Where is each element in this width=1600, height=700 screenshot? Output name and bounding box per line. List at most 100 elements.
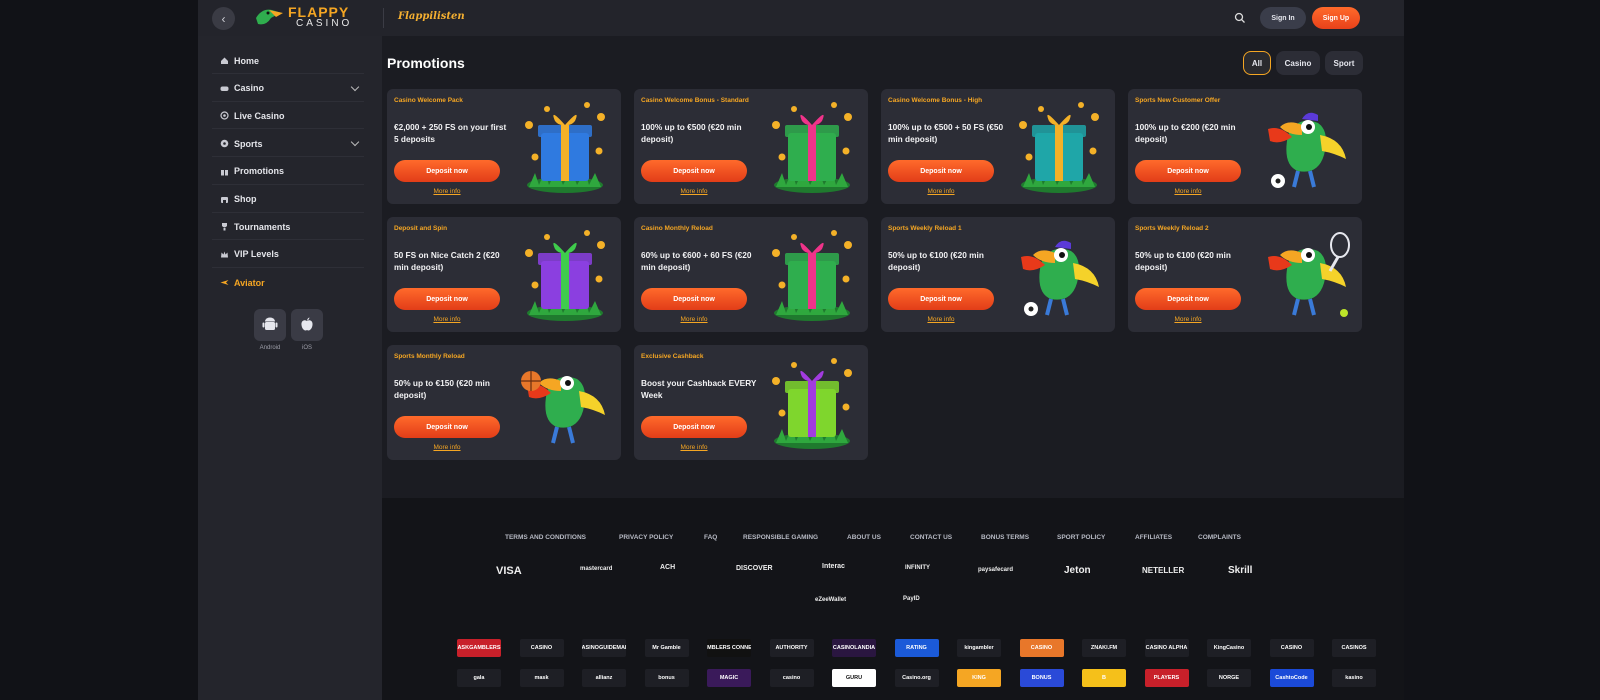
- chevron-down-icon[interactable]: [350, 82, 360, 91]
- promo-card[interactable]: Sports Weekly Reload 1 50% up to €100 (€2…: [881, 217, 1115, 332]
- filter-all-button[interactable]: All: [1243, 51, 1271, 75]
- footer-link-complaints[interactable]: COMPLAINTS: [1198, 534, 1241, 541]
- back-button[interactable]: ‹: [212, 7, 235, 30]
- promo-title: Sports Monthly Reload: [394, 353, 465, 360]
- promo-card[interactable]: Casino Welcome Bonus - Standard 100% up t…: [634, 89, 868, 204]
- payment-logo: VISA: [496, 565, 522, 577]
- deposit-now-button[interactable]: Deposit now: [1135, 160, 1241, 182]
- partner-badge[interactable]: CASINO ALPHA: [1144, 639, 1189, 657]
- more-info-link[interactable]: More info: [641, 316, 747, 323]
- search-icon[interactable]: [1234, 12, 1246, 24]
- sidebar-item-home[interactable]: Home: [212, 48, 364, 74]
- chevron-down-icon[interactable]: [350, 137, 360, 147]
- payment-logo: PayID: [903, 596, 920, 602]
- divider: [383, 8, 384, 28]
- partner-badge[interactable]: GURU: [832, 669, 876, 687]
- partner-badge[interactable]: CASINOLANDIA: [832, 639, 876, 657]
- more-info-link[interactable]: More info: [888, 188, 994, 195]
- ios-app-button[interactable]: [291, 309, 323, 341]
- sidebar-item-aviator[interactable]: Aviator: [212, 270, 364, 296]
- partner-badge[interactable]: kasino: [1332, 669, 1376, 687]
- promo-card[interactable]: Sports Weekly Reload 2 50% up to €100 (€2…: [1128, 217, 1362, 332]
- more-info-link[interactable]: More info: [641, 188, 747, 195]
- partner-badge[interactable]: AUTHORITY: [769, 639, 814, 657]
- footer-link-about-us[interactable]: ABOUT US: [847, 534, 881, 541]
- sidebar-item-vip-levels[interactable]: VIP Levels: [212, 242, 364, 268]
- partner-badge[interactable]: MAGIC: [707, 669, 751, 687]
- sign-in-button[interactable]: Sign In: [1260, 7, 1306, 29]
- partner-badge[interactable]: gala: [457, 669, 501, 687]
- page-title: Promotions: [387, 55, 465, 71]
- partner-badge[interactable]: CASINOGUIDEMAIN: [582, 639, 626, 657]
- more-info-link[interactable]: More info: [1135, 188, 1241, 195]
- partner-badge[interactable]: KingCasino: [1207, 639, 1251, 657]
- sidebar-item-promotions[interactable]: Promotions: [212, 159, 364, 185]
- footer-link-sport-policy[interactable]: SPORT POLICY: [1057, 534, 1105, 541]
- partner-badge[interactable]: ZNAKI.FM: [1082, 639, 1126, 657]
- footer-link-terms-and-conditions[interactable]: TERMS AND CONDITIONS: [505, 534, 586, 541]
- partner-badge[interactable]: B: [1082, 669, 1126, 687]
- footer-link-contact-us[interactable]: CONTACT US: [910, 534, 952, 541]
- deposit-now-button[interactable]: Deposit now: [641, 288, 747, 310]
- deposit-now-button[interactable]: Deposit now: [394, 416, 500, 438]
- android-app-button[interactable]: [254, 309, 286, 341]
- deposit-now-button[interactable]: Deposit now: [641, 160, 747, 182]
- partner-badge[interactable]: mask: [519, 669, 564, 687]
- more-info-link[interactable]: More info: [394, 188, 500, 195]
- live-icon: [220, 111, 229, 120]
- more-info-link[interactable]: More info: [394, 316, 500, 323]
- partner-badge[interactable]: ASKGAMBLERS: [457, 639, 501, 657]
- footer-link-affiliates[interactable]: AFFILIATES: [1135, 534, 1172, 541]
- filter-casino-button[interactable]: Casino: [1276, 51, 1320, 75]
- partner-badge[interactable]: NORGE: [1207, 669, 1251, 687]
- partner-badge[interactable]: CASINOS: [1332, 639, 1376, 657]
- deposit-now-button[interactable]: Deposit now: [394, 160, 500, 182]
- partner-badge[interactable]: kingambler: [957, 639, 1001, 657]
- promo-card[interactable]: Casino Welcome Pack €2,000 + 250 FS on yo…: [387, 89, 621, 204]
- more-info-link[interactable]: More info: [888, 316, 994, 323]
- deposit-now-button[interactable]: Deposit now: [1135, 288, 1241, 310]
- footer-link-faq[interactable]: FAQ: [704, 534, 717, 541]
- sidebar-item-casino[interactable]: Casino: [212, 76, 364, 102]
- sidebar-item-shop[interactable]: Shop: [212, 187, 364, 213]
- footer-link-bonus-terms[interactable]: BONUS TERMS: [981, 534, 1029, 541]
- partner-badge[interactable]: CASINO: [1019, 639, 1064, 657]
- promo-card[interactable]: Sports Monthly Reload 50% up to €150 (€20…: [387, 345, 621, 460]
- footer-link-privacy-policy[interactable]: PRIVACY POLICY: [619, 534, 673, 541]
- partner-badge[interactable]: BONUS: [1019, 669, 1064, 687]
- partner-badge[interactable]: CASINO: [519, 639, 564, 657]
- promo-card[interactable]: Sports New Customer Offer 100% up to €200…: [1128, 89, 1362, 204]
- partner-badge[interactable]: CashtoCode: [1269, 669, 1314, 687]
- logo[interactable]: FLAPPY CASINO: [254, 4, 352, 30]
- deposit-now-button[interactable]: Deposit now: [641, 416, 747, 438]
- sidebar-item-tournaments[interactable]: Tournaments: [212, 214, 364, 241]
- promo-card[interactable]: Deposit and Spin 50 FS on Nice Catch 2 (€…: [387, 217, 621, 332]
- promo-card[interactable]: Casino Welcome Bonus - High 100% up to €5…: [881, 89, 1115, 204]
- partner-badge[interactable]: CASINO: [1269, 639, 1314, 657]
- deposit-now-button[interactable]: Deposit now: [394, 288, 500, 310]
- partner-badge[interactable]: GAMBLERS CONNECT: [707, 639, 751, 657]
- more-info-link[interactable]: More info: [394, 444, 500, 451]
- filter-sport-button[interactable]: Sport: [1325, 51, 1363, 75]
- partner-badge[interactable]: PLAYERS: [1144, 669, 1189, 687]
- more-info-link[interactable]: More info: [1135, 316, 1241, 323]
- promo-title: Exclusive Cashback: [641, 353, 704, 360]
- partner-badge[interactable]: Mr Gamble: [644, 639, 689, 657]
- partner-badge[interactable]: KING: [957, 669, 1001, 687]
- sidebar-item-live-casino[interactable]: Live Casino: [212, 103, 364, 130]
- partner-badge[interactable]: RATING: [894, 639, 939, 657]
- partner-badge[interactable]: bonus: [644, 669, 689, 687]
- footer-link-responsible-gaming[interactable]: RESPONSIBLE GAMING: [743, 534, 818, 541]
- more-info-link[interactable]: More info: [641, 444, 747, 451]
- partner-badge[interactable]: casino: [769, 669, 814, 687]
- deposit-now-button[interactable]: Deposit now: [888, 288, 994, 310]
- payment-logo: Jeton: [1064, 565, 1091, 576]
- sidebar-item-sports[interactable]: Sports: [212, 131, 364, 158]
- sign-up-button[interactable]: Sign Up: [1312, 7, 1360, 29]
- partner-badge[interactable]: allianz: [582, 669, 626, 687]
- partner-badge[interactable]: Casino.org: [894, 669, 939, 687]
- promo-card[interactable]: Casino Monthly Reload 60% up to €600 + 60…: [634, 217, 868, 332]
- deposit-now-button[interactable]: Deposit now: [888, 160, 994, 182]
- promo-card[interactable]: Exclusive Cashback Boost your Cashback EV…: [634, 345, 868, 460]
- partner-logo[interactable]: Flappilisten: [398, 11, 465, 22]
